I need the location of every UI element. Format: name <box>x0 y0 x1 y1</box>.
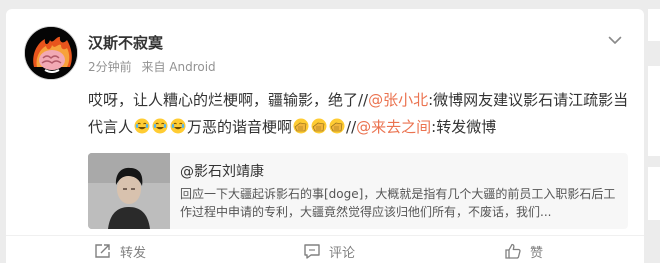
facepalm-emoji <box>329 118 345 134</box>
comment-icon <box>304 244 320 259</box>
reposted-weibo[interactable]: @影石刘靖康 回应一下大疆起诉影石的事[doge]，大概就是指有几个大疆的前员工… <box>88 153 628 229</box>
chevron-down-icon <box>608 36 622 44</box>
post-text-part: :转发微博 <box>431 118 497 136</box>
mention-link[interactable]: @来去之间 <box>356 118 431 136</box>
comment-label: 评论 <box>329 245 356 261</box>
post-text-part: 哎呀，让人糟心的烂梗啊，疆输影，绝了// <box>88 91 369 109</box>
post-source: 来自 Android <box>141 60 216 74</box>
more-menu-button[interactable] <box>604 29 626 51</box>
facepalm-emoji <box>293 118 309 134</box>
facepalm-emoji <box>311 118 327 134</box>
post-text-part: 万恶的谐音梗啊 <box>187 118 293 136</box>
repost-button[interactable]: 转发 <box>94 241 146 261</box>
repost-label: 转发 <box>120 245 147 261</box>
post-meta: 2分钟前 来自 Android <box>88 59 216 75</box>
post-username[interactable]: 汉斯不寂寞 <box>88 33 163 53</box>
like-button[interactable]: 赞 <box>504 241 543 261</box>
like-label: 赞 <box>530 245 544 261</box>
comment-button[interactable]: 评论 <box>303 241 355 261</box>
share-icon <box>95 244 110 258</box>
repost-text: 回应一下大疆起诉影石的事[doge]，大概就是指有几个大疆的前员工入职影石后工作… <box>180 187 616 219</box>
next-card-edge <box>648 9 660 41</box>
mention-link[interactable]: @张小北 <box>368 91 428 109</box>
weibo-post-card: 汉斯不寂寞 2分钟前 来自 Android 哎呀，让人糟心的烂梗啊，疆输影，绝了… <box>6 9 644 263</box>
laugh-cry-emoji <box>170 118 186 134</box>
laugh-cry-emoji <box>152 118 168 134</box>
post-text-part: // <box>346 118 357 136</box>
feed-background: 汉斯不寂寞 2分钟前 来自 Android 哎呀，让人糟心的烂梗啊，疆输影，绝了… <box>0 0 660 263</box>
repost-thumbnail[interactable] <box>88 153 170 229</box>
post-time[interactable]: 2分钟前 <box>88 60 132 74</box>
laugh-cry-emoji <box>134 118 150 134</box>
next-card-edge <box>648 66 660 156</box>
post-body: 哎呀，让人糟心的烂梗啊，疆输影，绝了//@张小北:微博网友建议影石请江疏影当代言… <box>88 87 636 141</box>
action-bar-divider <box>6 235 644 236</box>
thumbs-up-icon <box>505 243 521 259</box>
repost-author[interactable]: @影石刘靖康 <box>180 161 264 181</box>
avatar[interactable] <box>24 26 78 80</box>
next-card-edge <box>648 167 660 220</box>
